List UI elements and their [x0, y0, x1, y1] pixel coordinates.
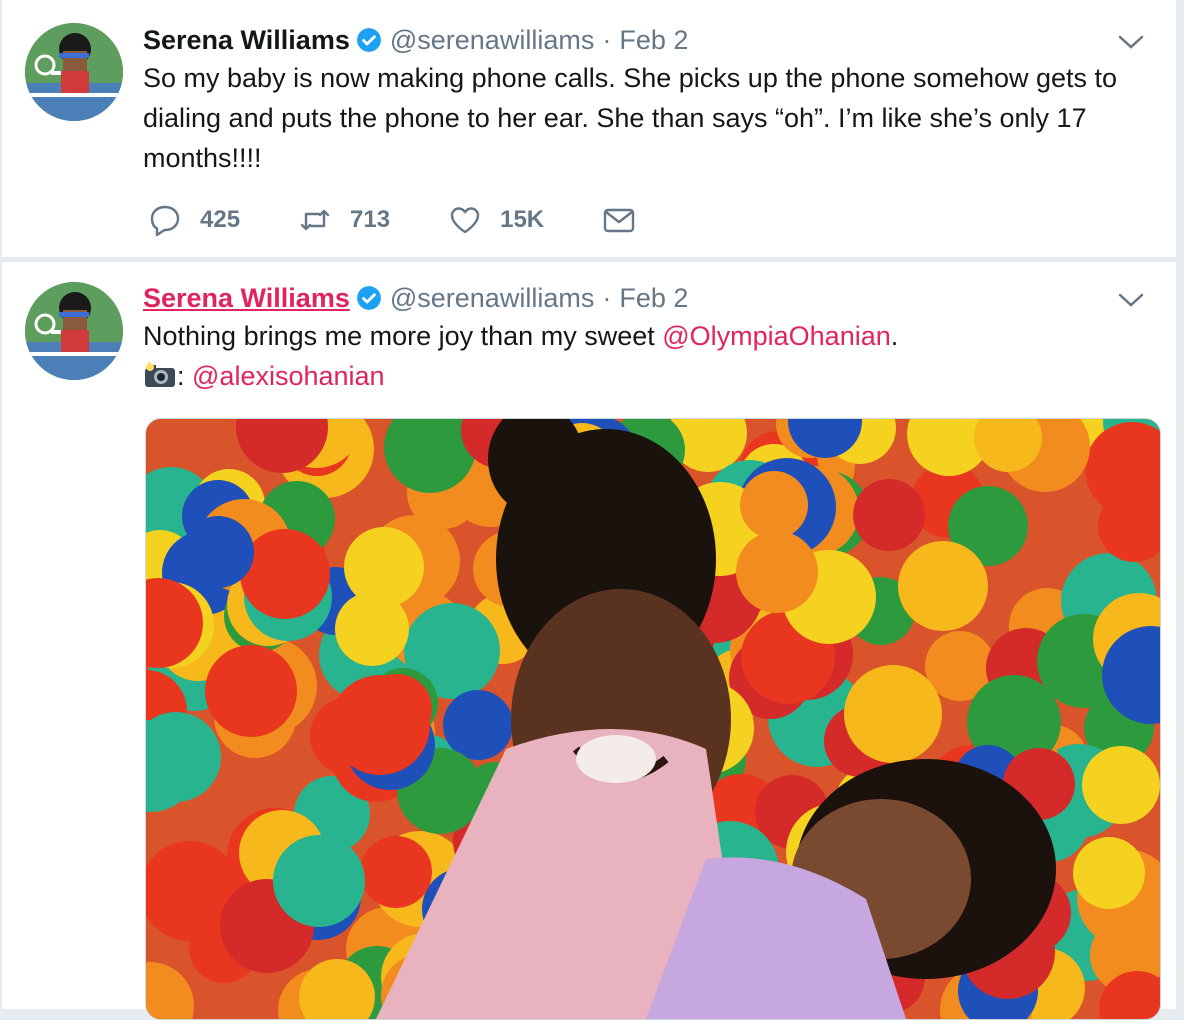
tweet[interactable]: Serena Williams @serenawilliams · Feb 2 … [2, 262, 1176, 1020]
tweet-date[interactable]: Feb 2 [619, 25, 688, 56]
verified-badge-icon [356, 28, 381, 52]
tweet-actions: 425 713 15K [148, 202, 694, 238]
ball [1082, 746, 1160, 824]
direct-message-button[interactable] [602, 203, 636, 237]
tweet-text: So my baby is now making phone calls. Sh… [143, 63, 1118, 173]
like-count: 15K [500, 206, 545, 233]
tweet[interactable]: Serena Williams @serenawilliams · Feb 2 … [2, 0, 1176, 258]
avatar[interactable] [25, 282, 123, 380]
like-button[interactable]: 15K [448, 203, 544, 237]
photo-credit-separator: : [177, 361, 193, 391]
verified-badge-icon [356, 286, 381, 310]
reply-icon [150, 205, 180, 237]
ball [182, 516, 254, 588]
ball [335, 592, 409, 666]
chevron-down-icon[interactable] [1116, 290, 1146, 310]
author-handle[interactable]: @serenawilliams [390, 283, 594, 314]
timeline: Serena Williams @serenawilliams · Feb 2 … [0, 0, 1184, 1020]
ball [205, 645, 297, 737]
reply-button[interactable]: 425 [148, 203, 240, 237]
author-handle[interactable]: @serenawilliams [390, 25, 594, 56]
author-name[interactable]: Serena Williams [143, 25, 350, 56]
retweet-icon [300, 209, 330, 231]
tweet-text: Nothing brings me more joy than my sweet… [143, 316, 1153, 396]
tweet-header: Serena Williams @serenawilliams · Feb 2 [143, 280, 688, 316]
retweet-count: 713 [350, 206, 391, 233]
like-icon [450, 207, 480, 234]
ball [443, 690, 513, 760]
author-name[interactable]: Serena Williams [143, 283, 350, 314]
tweet-date[interactable]: Feb 2 [619, 283, 688, 314]
photo-image [146, 419, 1160, 1019]
ball [736, 531, 818, 613]
direct-message-icon [603, 208, 635, 233]
retweet-button[interactable]: 713 [298, 203, 390, 237]
tweet-text-suffix: . [890, 321, 899, 351]
ball [844, 665, 942, 763]
separator: · [602, 282, 612, 313]
mention-link[interactable]: @alexisohanian [192, 361, 385, 391]
mention-link[interactable]: @OlympiaOhanian [662, 321, 891, 351]
ball [1073, 837, 1145, 909]
ball [898, 541, 988, 631]
tweet-text-prefix: Nothing brings me more joy than my sweet [143, 321, 663, 351]
tweet-photo[interactable] [145, 418, 1161, 1020]
camera-flash-icon [145, 361, 175, 387]
ball [273, 835, 365, 927]
ball [853, 479, 925, 551]
avatar[interactable] [25, 23, 123, 121]
ball [360, 836, 432, 908]
ball [240, 529, 330, 619]
separator: · [602, 24, 612, 55]
tweet-header: Serena Williams @serenawilliams · Feb 2 [143, 22, 688, 58]
chevron-down-icon[interactable] [1116, 32, 1146, 52]
ball [740, 471, 808, 539]
ball [330, 675, 430, 775]
reply-count: 425 [200, 206, 241, 233]
